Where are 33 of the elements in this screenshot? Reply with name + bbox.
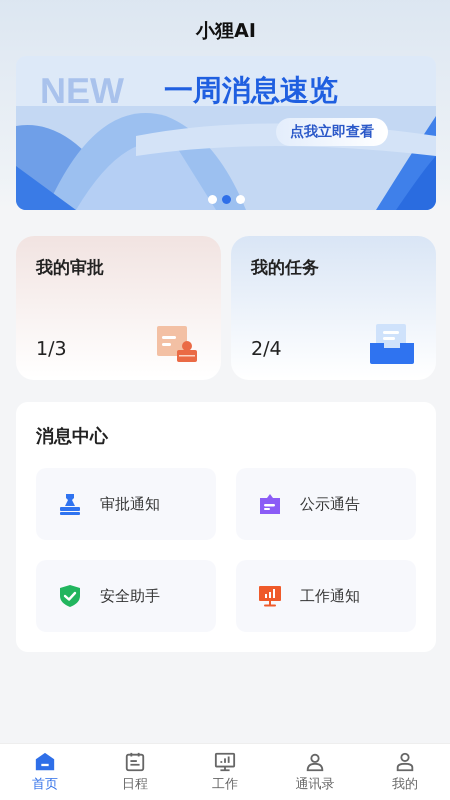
tile-label: 安全助手 [100, 586, 160, 606]
section-title: 消息中心 [36, 425, 108, 448]
tab-item[interactable]: 我的 [360, 744, 450, 800]
notice-board-icon [258, 492, 282, 516]
card-title: 我的审批 [36, 257, 105, 279]
message-tile[interactable]: 公示通告 [236, 468, 416, 540]
summary-card[interactable]: 我的任务 2/4 [231, 236, 436, 380]
bar-chart-monitor-icon [258, 584, 282, 608]
card-title: 我的任务 [251, 257, 320, 279]
person-icon [394, 751, 416, 773]
calendar-icon [124, 751, 146, 773]
summary-card[interactable]: 我的审批 1/3 [16, 236, 221, 380]
banner-headline: 一周消息速览 [164, 72, 338, 109]
shield-check-icon [58, 584, 82, 608]
view-now-button[interactable]: 点我立即查看 [276, 118, 388, 146]
message-tile[interactable]: 安全助手 [36, 560, 216, 632]
tab-item[interactable]: 工作 [180, 744, 270, 800]
message-tile[interactable]: 审批通知 [36, 468, 216, 540]
message-tile[interactable]: 工作通知 [236, 560, 416, 632]
card-count: 2/4 [251, 338, 282, 362]
tab-item[interactable]: 首页 [0, 744, 90, 800]
contacts-icon [304, 751, 326, 773]
tile-label: 工作通知 [300, 586, 360, 606]
app-title: 小狸AI [196, 19, 256, 44]
tab-item[interactable]: 日程 [90, 744, 180, 800]
card-count: 1/3 [36, 338, 67, 362]
tab-item[interactable]: 通讯录 [270, 744, 360, 800]
inbox-tray-icon [368, 324, 416, 364]
stamp-icon [58, 492, 82, 516]
tile-label: 审批通知 [100, 494, 160, 514]
home-icon [34, 751, 56, 773]
tile-label: 公示通告 [300, 494, 360, 514]
monitor-icon [214, 751, 236, 773]
